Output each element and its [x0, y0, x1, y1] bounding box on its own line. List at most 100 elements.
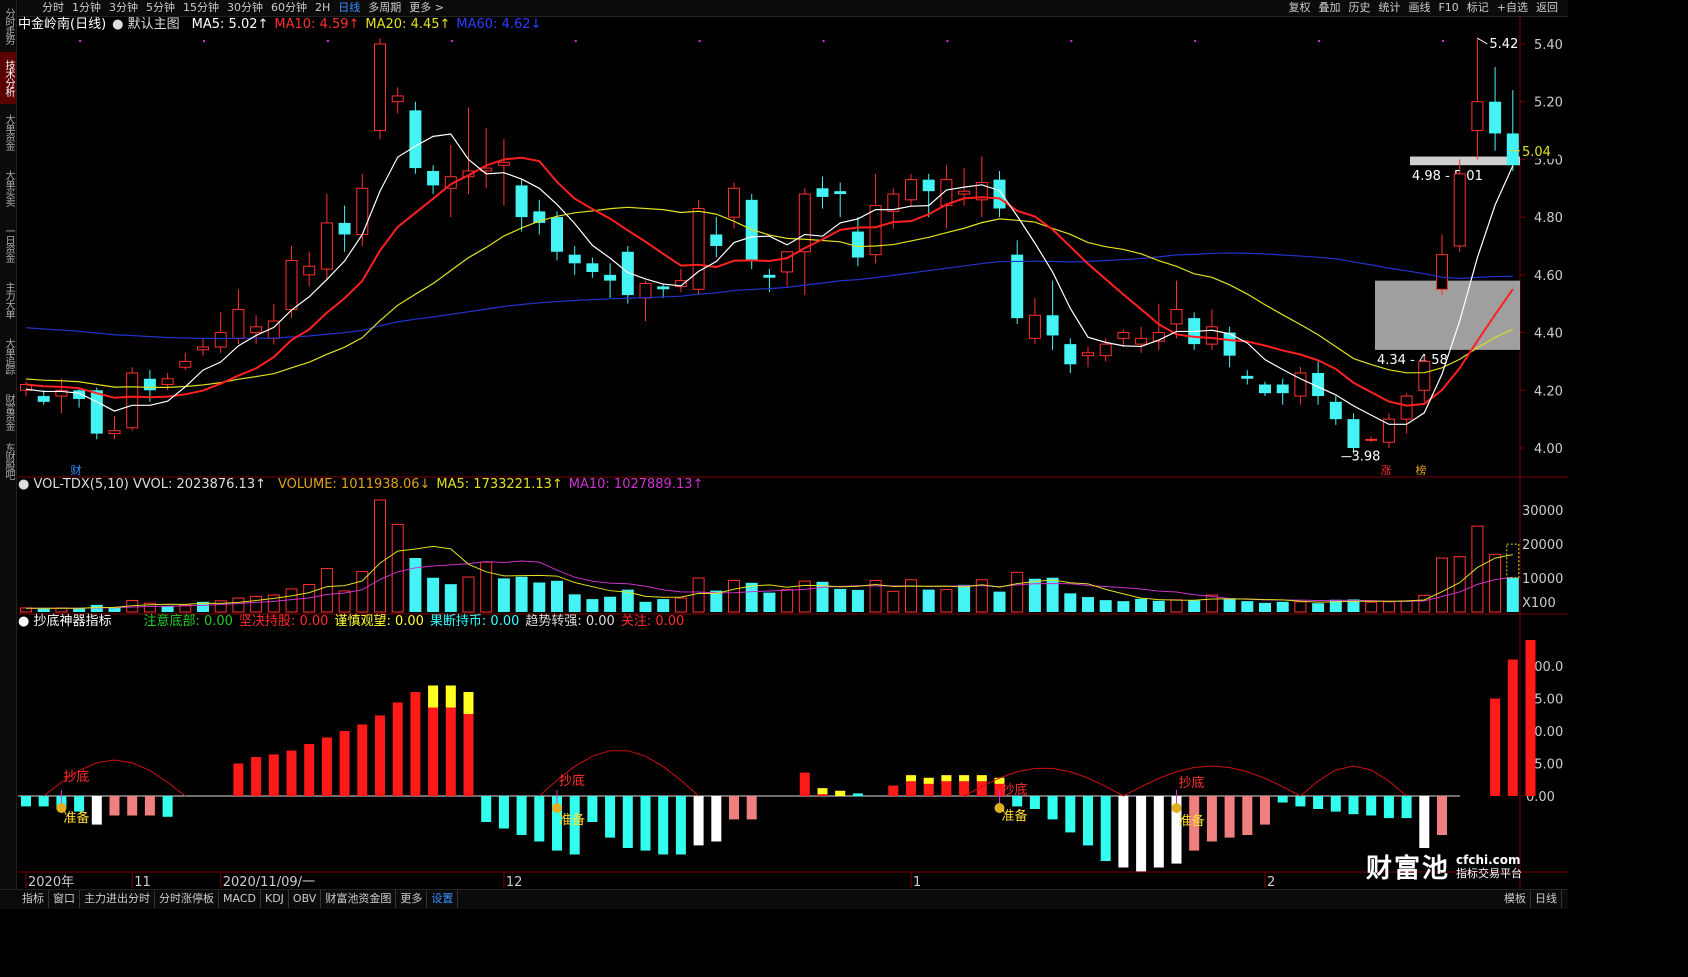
side-tab-7[interactable]: 财富资金 — [0, 384, 16, 440]
tool-button-2[interactable]: 历史 — [1344, 0, 1374, 16]
candle-body — [905, 179, 917, 201]
side-tab-0[interactable]: 分时走势 — [0, 0, 16, 52]
volume-bar — [161, 605, 174, 612]
indicator-bar — [1366, 796, 1377, 816]
period-tab-9[interactable]: 多周期 — [364, 0, 405, 16]
tool-button-7[interactable]: +自选 — [1493, 0, 1532, 16]
indicator-tab-5[interactable]: KDJ — [261, 890, 289, 908]
tool-button-6[interactable]: 标记 — [1463, 0, 1493, 16]
candle-body — [214, 332, 227, 348]
zone-lower-label: 4.34 - 4.58 — [1377, 353, 1448, 368]
period-tab-10[interactable]: 更多 > — [405, 0, 448, 16]
tool-buttons: 复权 叠加 历史 统计 画线 F10 标记 +自选 返回 — [1284, 0, 1562, 16]
candle — [745, 194, 758, 270]
bottom-right-button-1[interactable]: 日线 — [1531, 890, 1562, 908]
candle — [1064, 338, 1077, 373]
top-toolbar: 分时 1分钟 3分钟 5分钟 15分钟 30分钟 60分钟 2H 日线 多周期 更多 > 复权 叠加历… — [18, 0, 1568, 17]
volume-bar — [462, 576, 475, 613]
indicator-bar — [605, 796, 616, 838]
period-tab-1[interactable]: 1分钟 — [68, 0, 105, 16]
volume-bar — [1082, 597, 1094, 612]
candle — [444, 145, 457, 218]
tool-button-4[interactable]: 画线 — [1404, 0, 1434, 16]
volume-bar — [834, 588, 847, 612]
volume-bar — [1011, 571, 1024, 613]
chaodi-label-3: 抄底 — [1002, 782, 1028, 798]
chaodi-label-4: 抄底 — [1179, 775, 1205, 791]
indicator-bar — [1330, 796, 1341, 812]
indicator-tab-2[interactable]: 主力进出分时 — [80, 890, 155, 908]
ind-title[interactable]: ● 抄底神器指标 — [18, 614, 118, 630]
side-tab-6[interactable]: 大单追踪 — [0, 328, 16, 384]
tool-button-1[interactable]: 叠加 — [1314, 0, 1344, 16]
tool-button-5[interactable]: F10 — [1434, 0, 1462, 16]
side-tab-1[interactable]: 技术分析 — [0, 52, 16, 104]
chaodi-label-1: 抄底 — [63, 769, 89, 785]
side-tab-4[interactable]: 一日资金 — [0, 216, 16, 272]
indicator-tab-8[interactable]: 更多 — [396, 890, 428, 908]
indicator-bar — [1277, 796, 1288, 803]
template-dropdown[interactable]: ● 默认主图 — [112, 17, 186, 33]
indicator-tab-7[interactable]: 财富池资金图 — [321, 890, 397, 908]
indicator-bar — [127, 796, 138, 816]
stock-chart[interactable]: 5.405.205.004.804.604.404.204.004.98 - 5… — [0, 0, 1568, 908]
side-tab-8[interactable]: 东财股吧 — [0, 440, 16, 482]
tool-button-3[interactable]: 统计 — [1374, 0, 1404, 16]
candle-body — [1011, 254, 1024, 319]
side-tab-3[interactable]: 大单买卖 — [0, 160, 16, 216]
volume-bar — [568, 594, 581, 612]
price-axis-label: 4.40 — [1534, 327, 1563, 342]
period-tab-2[interactable]: 3分钟 — [105, 0, 142, 16]
period-tab-3[interactable]: 5分钟 — [142, 0, 179, 16]
volume-bar — [497, 578, 510, 612]
candle-body — [798, 193, 811, 253]
tool-button-8[interactable]: 返回 — [1532, 0, 1562, 16]
candle-body — [604, 274, 617, 281]
candle-body — [763, 274, 776, 278]
vol-forecast-box — [1506, 543, 1520, 579]
ma20-value: MA20: 4.45↑ — [365, 17, 451, 32]
high-pointer — [1477, 37, 1488, 45]
candle — [179, 352, 192, 371]
period-tab-4[interactable]: 15分钟 — [179, 0, 223, 16]
indicator-bar — [1419, 796, 1430, 848]
indicator-bar — [1507, 659, 1518, 796]
candle-body — [1436, 254, 1448, 290]
indicator-tab-3[interactable]: 分时涨停板 — [155, 890, 219, 908]
candle — [1046, 280, 1059, 350]
side-tab-2[interactable]: 大单资金 — [0, 104, 16, 160]
watermark-slogan: 指标交易平台 — [1456, 866, 1523, 880]
indicator-bar — [268, 754, 279, 796]
left-side-tabs: 分时走势 技术分析 大单资金 大单买卖 一日资金 主力大单 大单追踪 财富资金 东财股吧 — [0, 0, 17, 890]
period-tab-7[interactable]: 2H — [311, 0, 334, 16]
volume-bar — [1489, 553, 1502, 613]
indicator-tab-1[interactable]: 窗口 — [49, 890, 80, 908]
bottom-right-button-0[interactable]: 模板 — [1500, 890, 1531, 908]
candle-body — [285, 259, 298, 310]
indicator-bar-warn — [817, 788, 828, 795]
volume-bar — [1241, 601, 1254, 612]
tool-button-0[interactable]: 复权 — [1284, 0, 1314, 16]
period-tab-5[interactable]: 30分钟 — [223, 0, 267, 16]
period-marker — [698, 40, 701, 42]
indicator-tab-4[interactable]: MACD — [219, 890, 261, 908]
volume-bar — [922, 589, 935, 612]
indicator-bar — [675, 796, 686, 855]
volume-bar — [940, 589, 953, 613]
ma5-value: MA5: 5.02↑ — [191, 17, 269, 32]
period-tab-6[interactable]: 60分钟 — [267, 0, 311, 16]
indicator-tab-0[interactable]: 指标 — [18, 890, 49, 908]
volume-bar — [586, 599, 599, 612]
candle — [869, 173, 882, 264]
indicator-tab-9[interactable]: 设置 — [427, 890, 459, 908]
indicator-bar — [799, 772, 810, 796]
candle-body — [497, 161, 510, 166]
side-tab-5[interactable]: 主力大单 — [0, 272, 16, 328]
indicator-tab-6[interactable]: OBV — [289, 890, 322, 908]
candle-body — [1471, 101, 1484, 132]
zone-upper-label: 4.98 - 5.01 — [1412, 169, 1483, 184]
period-tab-8[interactable]: 日线 — [334, 0, 364, 16]
vol-title[interactable]: ● VOL-TDX(5,10) VVOL: 2023876.13↑ — [18, 477, 272, 493]
period-tab-0[interactable]: 分时 — [38, 0, 68, 16]
candle — [905, 173, 917, 206]
